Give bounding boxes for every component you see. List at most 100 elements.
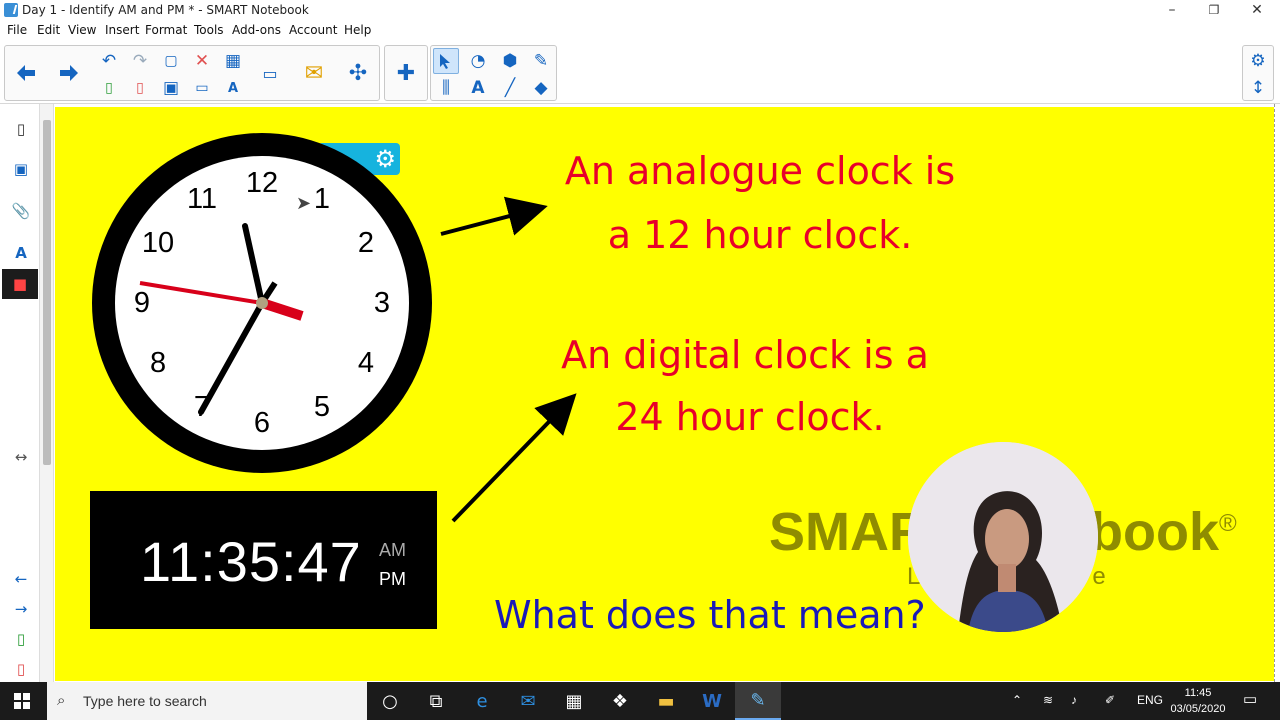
- scrollbar-thumb[interactable]: [43, 120, 51, 465]
- smart-notebook-taskbar-icon[interactable]: ✎: [735, 682, 781, 720]
- eraser-icon[interactable]: ◆: [528, 75, 554, 101]
- toolbar-group-addons: ✚: [384, 45, 428, 101]
- menu-view[interactable]: View: [68, 23, 96, 37]
- properties-icon[interactable]: A: [8, 240, 34, 266]
- arrow-to-analogue-text[interactable]: [440, 196, 548, 236]
- sidebar-next-icon[interactable]: →: [8, 596, 34, 622]
- pm-label: PM: [379, 569, 406, 589]
- tray-overflow-icon[interactable]: ⌃: [1012, 693, 1022, 707]
- clock-dial: 121234567891011: [115, 156, 409, 450]
- brand-sub-right: e: [1092, 563, 1106, 590]
- edge-browser-icon[interactable]: e: [459, 682, 505, 720]
- word-icon[interactable]: W: [689, 682, 735, 720]
- attachments-icon[interactable]: 📎: [8, 198, 34, 224]
- menu-file[interactable]: File: [7, 23, 27, 37]
- digital-text-line1[interactable]: An digital clock is a: [545, 333, 945, 377]
- toolbar-group-tools: ◔ ⬢ ✎ ⫼ A ╱ ◆: [430, 45, 557, 101]
- analogue-text-line2[interactable]: a 12 hour clock.: [545, 213, 975, 257]
- menu-bar: File Edit View Insert Format Tools Add-o…: [0, 22, 1280, 40]
- paste-icon[interactable]: ▢: [158, 48, 184, 74]
- delete-page-icon[interactable]: ▯: [127, 75, 153, 101]
- brand-registered: ®: [1219, 510, 1237, 537]
- task-view-icon[interactable]: ⧉: [413, 682, 459, 720]
- dropbox-icon[interactable]: ❖: [597, 682, 643, 720]
- system-date: 03/05/2020: [1170, 703, 1226, 715]
- move-toolbar-icon[interactable]: ↕: [1245, 75, 1271, 101]
- menu-account[interactable]: Account: [289, 23, 337, 37]
- menu-insert[interactable]: Insert: [105, 23, 139, 37]
- right-scroll-edge: [1274, 104, 1280, 682]
- move-sidebar-icon[interactable]: ↔: [8, 444, 34, 470]
- gallery-icon[interactable]: ▣: [8, 156, 34, 182]
- taskbar-search-box[interactable]: ⌕ Type here to search: [47, 682, 367, 720]
- digital-text-line2[interactable]: 24 hour clock.: [545, 395, 955, 439]
- digital-time: 11:35:47: [140, 530, 362, 593]
- redo-icon[interactable]: ↷: [127, 48, 153, 74]
- sidebar-delete-page-icon[interactable]: ▯: [8, 656, 34, 682]
- settings-gear-icon[interactable]: ⚙: [1245, 48, 1271, 74]
- clock-hands: [139, 223, 304, 415]
- next-page-icon[interactable]: [52, 49, 86, 97]
- add-page-icon[interactable]: ▯: [96, 75, 122, 101]
- file-explorer-icon[interactable]: ▬: [643, 682, 689, 720]
- brand-right: book: [1090, 502, 1219, 562]
- menu-tools[interactable]: Tools: [194, 23, 224, 37]
- measurement-tools-icon[interactable]: ⫼: [433, 75, 459, 101]
- main-toolbar: ↶ ↷ ▢ ✕ ▦ ▯ ▯ ▣ ▭ A ▭ ✉ ✣ ✚ ◔ ⬢ ✎ ⫼ A ╱ …: [0, 40, 1280, 104]
- fill-icon[interactable]: ⬢: [497, 48, 523, 74]
- pen-icon[interactable]: ✎: [528, 48, 554, 74]
- vertical-scrollbar[interactable]: [40, 104, 54, 682]
- addons-puzzle-icon[interactable]: ✚: [389, 49, 423, 97]
- record-icon[interactable]: ■: [2, 269, 38, 299]
- close-button[interactable]: ✕: [1237, 0, 1277, 22]
- second-hand-tail: [260, 298, 304, 321]
- notebook-page-canvas[interactable]: ⚙ 121234567891011 ➤ 11:35:47 AM PM: [55, 107, 1275, 681]
- line-icon[interactable]: ╱: [497, 75, 523, 101]
- am-label: AM: [379, 540, 406, 560]
- notifications-icon[interactable]: ▭: [1243, 690, 1257, 708]
- display-screens-icon[interactable]: ▭: [253, 49, 287, 97]
- analogue-clock[interactable]: 121234567891011: [92, 133, 432, 473]
- pen-tray-icon[interactable]: ✐: [1105, 693, 1115, 707]
- volume-icon[interactable]: ♪: [1071, 693, 1077, 707]
- question-text[interactable]: What does that mean?: [494, 593, 926, 637]
- side-panel-tabs: ▯ ▣ 📎 A ■ ↔ ← → ▯ ▯: [0, 104, 40, 682]
- store-icon[interactable]: ▦: [551, 682, 597, 720]
- start-button[interactable]: [0, 682, 44, 720]
- menu-help[interactable]: Help: [344, 23, 371, 37]
- delete-icon[interactable]: ✕: [189, 48, 215, 74]
- menu-edit[interactable]: Edit: [37, 23, 60, 37]
- restore-button[interactable]: ❐: [1194, 0, 1234, 22]
- digital-clock[interactable]: 11:35:47 AM PM: [90, 491, 437, 629]
- menu-format[interactable]: Format: [145, 23, 187, 37]
- brand-left: SMAR: [769, 502, 928, 562]
- sidebar-previous-icon[interactable]: ←: [8, 566, 34, 592]
- previous-page-icon[interactable]: [9, 49, 43, 97]
- undo-icon[interactable]: ↶: [96, 48, 122, 74]
- window-title: Day 1 - Identify AM and PM * - SMART Not…: [22, 3, 309, 17]
- search-placeholder: Type here to search: [83, 693, 207, 709]
- menu-add-ons[interactable]: Add-ons: [232, 23, 281, 37]
- screen-shade-icon[interactable]: ▭: [189, 75, 215, 101]
- wifi-icon[interactable]: ≋: [1043, 693, 1053, 707]
- page-sorter-icon[interactable]: ▯: [8, 116, 34, 142]
- mouse-cursor-icon: ➤: [296, 193, 312, 214]
- minimize-button[interactable]: –: [1152, 0, 1192, 22]
- text-recognition-icon[interactable]: A: [220, 75, 246, 101]
- system-time: 11:45: [1184, 687, 1212, 699]
- save-icon[interactable]: ▣: [158, 75, 184, 101]
- webcam-overlay: [908, 442, 1098, 632]
- analogue-text-line1[interactable]: An analogue clock is: [545, 149, 975, 193]
- toolbar-group-settings: ⚙ ↕: [1242, 45, 1274, 101]
- table-icon[interactable]: ▦: [220, 48, 246, 74]
- text-icon[interactable]: A: [465, 75, 491, 101]
- minute-hand: [198, 300, 265, 415]
- lab-activity-icon[interactable]: ✣: [341, 49, 375, 97]
- select-icon[interactable]: [433, 48, 459, 74]
- mail-icon[interactable]: ✉: [505, 682, 551, 720]
- system-clock[interactable]: 11:45 03/05/2020: [1160, 685, 1236, 717]
- cortana-icon[interactable]: ○: [367, 682, 413, 720]
- shapes-icon[interactable]: ◔: [465, 48, 491, 74]
- sidebar-add-page-icon[interactable]: ▯: [8, 626, 34, 652]
- response-icon[interactable]: ✉: [297, 49, 331, 97]
